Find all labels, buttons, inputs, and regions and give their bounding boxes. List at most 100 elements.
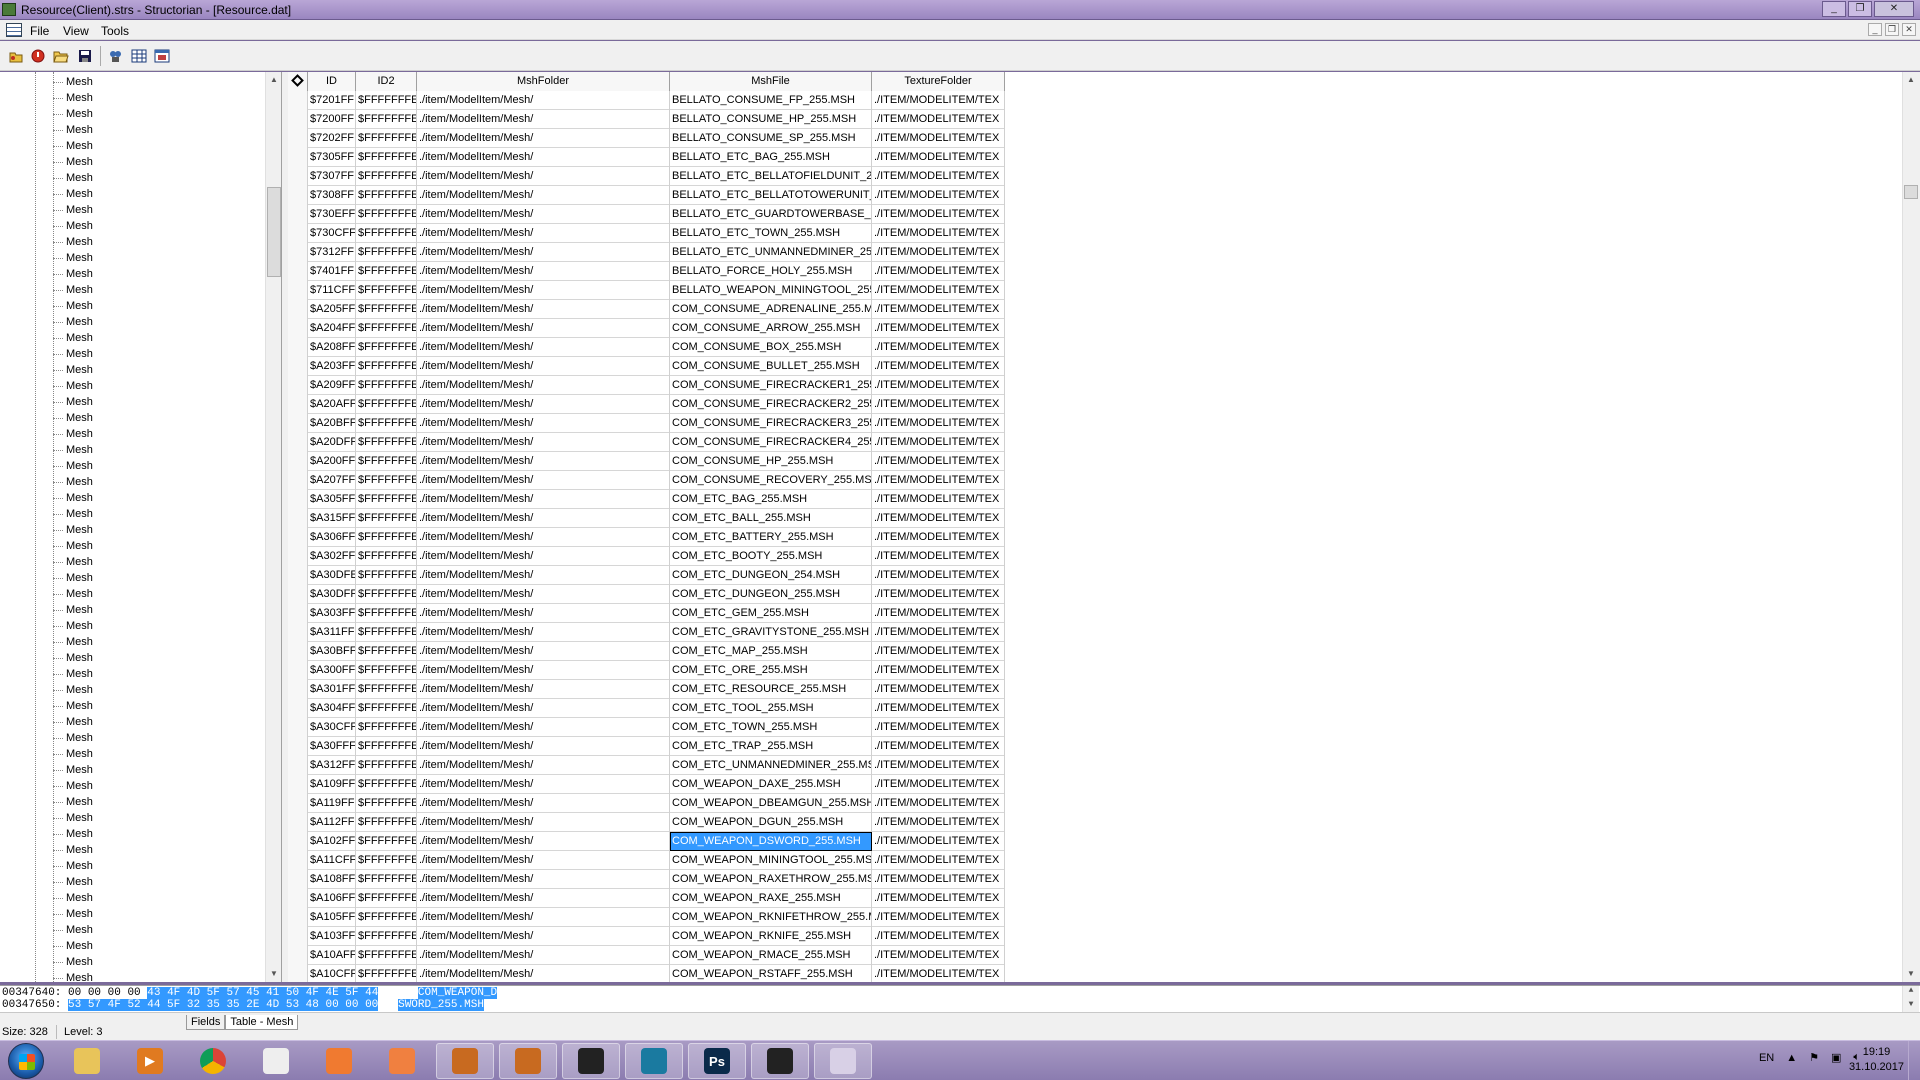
cell-texturefolder[interactable]: ./ITEM/MODELITEM/TEX bbox=[872, 490, 1005, 509]
tree-node-mesh[interactable]: Mesh bbox=[53, 218, 93, 234]
cell-id[interactable]: $A102FF bbox=[308, 832, 356, 851]
table-row[interactable]: $A311FF $FFFFFFFE ./item/ModelItem/Mesh/CO… bbox=[288, 623, 1005, 642]
scroll-up-arrow-icon[interactable]: ▲ bbox=[1903, 72, 1919, 88]
tree-node-mesh[interactable]: Mesh bbox=[53, 250, 93, 266]
cell-mshfolder[interactable]: ./item/ModelItem/Mesh/ bbox=[417, 490, 670, 509]
cell-id[interactable]: $A300FF bbox=[308, 661, 356, 680]
mdi-minimize-button[interactable]: _ bbox=[1868, 23, 1882, 36]
row-marker[interactable] bbox=[288, 604, 308, 623]
cell-id[interactable]: $A315FF bbox=[308, 509, 356, 528]
find-icon[interactable] bbox=[106, 47, 124, 65]
tree-node-mesh[interactable]: Mesh bbox=[53, 106, 93, 122]
cell-mshfolder[interactable]: ./item/ModelItem/Mesh/ bbox=[417, 186, 670, 205]
table-row[interactable]: $A304FF $FFFFFFFE ./item/ModelItem/Mesh/CO… bbox=[288, 699, 1005, 718]
column-header-mshfolder[interactable]: MshFolder bbox=[417, 72, 670, 91]
cell-texturefolder[interactable]: ./ITEM/MODELITEM/TEX bbox=[872, 775, 1005, 794]
taskbar-app-media-player[interactable]: ▶ bbox=[121, 1043, 179, 1079]
table-row[interactable]: $A302FF $FFFFFFFE ./item/ModelItem/Mesh/CO… bbox=[288, 547, 1005, 566]
cell-id[interactable]: $A305FF bbox=[308, 490, 356, 509]
table-row[interactable]: $A119FF $FFFFFFFE ./item/ModelItem/Mesh/CO… bbox=[288, 794, 1005, 813]
tree-node-mesh[interactable]: Mesh bbox=[53, 410, 93, 426]
row-marker[interactable] bbox=[288, 319, 308, 338]
cell-mshfolder[interactable]: ./item/ModelItem/Mesh/ bbox=[417, 300, 670, 319]
table-row[interactable]: $A106FF $FFFFFFFE ./item/ModelItem/Mesh/CO… bbox=[288, 889, 1005, 908]
cell-texturefolder[interactable]: ./ITEM/MODELITEM/TEX bbox=[872, 319, 1005, 338]
cell-mshfolder[interactable]: ./item/ModelItem/Mesh/ bbox=[417, 699, 670, 718]
row-marker[interactable] bbox=[288, 224, 308, 243]
cell-id2[interactable]: $FFFFFFFE bbox=[356, 376, 417, 395]
cell-id2[interactable]: $FFFFFFFE bbox=[356, 243, 417, 262]
cell-mshfile[interactable]: COM_WEAPON_RSTAFF_255.MSH bbox=[670, 965, 872, 982]
cell-id[interactable]: $A207FF bbox=[308, 471, 356, 490]
cell-mshfolder[interactable]: ./item/ModelItem/Mesh/ bbox=[417, 129, 670, 148]
cell-mshfolder[interactable]: ./item/ModelItem/Mesh/ bbox=[417, 414, 670, 433]
cell-texturefolder[interactable]: ./ITEM/MODELITEM/TEX bbox=[872, 680, 1005, 699]
row-marker[interactable] bbox=[288, 433, 308, 452]
table-row[interactable]: $A20DFF $FFFFFFFE ./item/ModelItem/Mesh/CO… bbox=[288, 433, 1005, 452]
cell-id[interactable]: $7312FF bbox=[308, 243, 356, 262]
table-row[interactable]: $A207FF $FFFFFFFE ./item/ModelItem/Mesh/CO… bbox=[288, 471, 1005, 490]
cell-mshfolder[interactable]: ./item/ModelItem/Mesh/ bbox=[417, 623, 670, 642]
cell-id[interactable]: $7202FF bbox=[308, 129, 356, 148]
table-row[interactable]: $A301FF $FFFFFFFE ./item/ModelItem/Mesh/CO… bbox=[288, 680, 1005, 699]
cell-id[interactable]: $A208FF bbox=[308, 338, 356, 357]
table-view-icon[interactable] bbox=[130, 47, 148, 65]
tree-node-mesh[interactable]: Mesh bbox=[53, 858, 93, 874]
cell-mshfile[interactable]: COM_WEAPON_MININGTOOL_255.MSH bbox=[670, 851, 872, 870]
row-marker[interactable] bbox=[288, 585, 308, 604]
cell-mshfolder[interactable]: ./item/ModelItem/Mesh/ bbox=[417, 661, 670, 680]
cell-texturefolder[interactable]: ./ITEM/MODELITEM/TEX bbox=[872, 471, 1005, 490]
row-marker[interactable] bbox=[288, 91, 308, 110]
cell-mshfile[interactable]: BELLATO_CONSUME_SP_255.MSH bbox=[670, 129, 872, 148]
table-row[interactable]: $A305FF $FFFFFFFE ./item/ModelItem/Mesh/CO… bbox=[288, 490, 1005, 509]
tree-node-mesh[interactable]: Mesh bbox=[53, 362, 93, 378]
menu-view[interactable]: View bbox=[63, 24, 89, 38]
clock[interactable]: 19:19 31.10.2017 bbox=[1849, 1045, 1904, 1075]
table-row[interactable]: $A112FF $FFFFFFFE ./item/ModelItem/Mesh/CO… bbox=[288, 813, 1005, 832]
row-marker[interactable] bbox=[288, 965, 308, 982]
save-icon[interactable] bbox=[76, 47, 94, 65]
cell-id[interactable]: $7308FF bbox=[308, 186, 356, 205]
cell-id2[interactable]: $FFFFFFFE bbox=[356, 129, 417, 148]
tab-table-mesh[interactable]: Table - Mesh bbox=[225, 1015, 299, 1030]
tree-node-mesh[interactable]: Mesh bbox=[53, 506, 93, 522]
table-row[interactable]: $A30DFE $FFFFFFFE ./item/ModelItem/Mesh/CO… bbox=[288, 566, 1005, 585]
row-marker[interactable] bbox=[288, 452, 308, 471]
cell-texturefolder[interactable]: ./ITEM/MODELITEM/TEX bbox=[872, 338, 1005, 357]
table-row[interactable]: $A315FF $FFFFFFFE ./item/ModelItem/Mesh/CO… bbox=[288, 509, 1005, 528]
tree-node-mesh[interactable]: Mesh bbox=[53, 762, 93, 778]
cell-texturefolder[interactable]: ./ITEM/MODELITEM/TEX bbox=[872, 585, 1005, 604]
cell-id2[interactable]: $FFFFFFFE bbox=[356, 471, 417, 490]
tree-node-mesh[interactable]: Mesh bbox=[53, 906, 93, 922]
table-row[interactable]: $A30CFF $FFFFFFFE ./item/ModelItem/Mesh/CO… bbox=[288, 718, 1005, 737]
cell-id2[interactable]: $FFFFFFFE bbox=[356, 110, 417, 129]
cell-mshfile[interactable]: COM_WEAPON_RKNIFE_255.MSH bbox=[670, 927, 872, 946]
row-marker[interactable] bbox=[288, 737, 308, 756]
cell-id2[interactable]: $FFFFFFFE bbox=[356, 300, 417, 319]
row-marker[interactable] bbox=[288, 775, 308, 794]
cell-id[interactable]: $A30FFF bbox=[308, 737, 356, 756]
cell-mshfile[interactable]: COM_ETC_ORE_255.MSH bbox=[670, 661, 872, 680]
table-row[interactable]: $A312FF $FFFFFFFE ./item/ModelItem/Mesh/CO… bbox=[288, 756, 1005, 775]
cell-mshfile[interactable]: COM_WEAPON_DGUN_255.MSH bbox=[670, 813, 872, 832]
cell-mshfolder[interactable]: ./item/ModelItem/Mesh/ bbox=[417, 604, 670, 623]
cell-id2[interactable]: $FFFFFFFE bbox=[356, 585, 417, 604]
cell-id[interactable]: $A112FF bbox=[308, 813, 356, 832]
tree-node-mesh[interactable]: Mesh bbox=[53, 698, 93, 714]
cell-texturefolder[interactable]: ./ITEM/MODELITEM/TEX bbox=[872, 566, 1005, 585]
cell-id2[interactable]: $FFFFFFFE bbox=[356, 528, 417, 547]
hex-scrollbar[interactable]: ▲ ▼ bbox=[1902, 986, 1919, 1013]
cell-id[interactable]: $A203FF bbox=[308, 357, 356, 376]
table-row[interactable]: $A109FF $FFFFFFFE ./item/ModelItem/Mesh/CO… bbox=[288, 775, 1005, 794]
cell-id2[interactable]: $FFFFFFFE bbox=[356, 642, 417, 661]
cell-mshfolder[interactable]: ./item/ModelItem/Mesh/ bbox=[417, 167, 670, 186]
menu-file[interactable]: File bbox=[30, 24, 49, 38]
tab-fields[interactable]: Fields bbox=[186, 1015, 226, 1030]
cell-texturefolder[interactable]: ./ITEM/MODELITEM/TEX bbox=[872, 91, 1005, 110]
table-row[interactable]: $A108FF $FFFFFFFE ./item/ModelItem/Mesh/CO… bbox=[288, 870, 1005, 889]
cell-mshfolder[interactable]: ./item/ModelItem/Mesh/ bbox=[417, 737, 670, 756]
cell-id[interactable]: $A204FF bbox=[308, 319, 356, 338]
cell-texturefolder[interactable]: ./ITEM/MODELITEM/TEX bbox=[872, 623, 1005, 642]
maximize-button[interactable]: ❐ bbox=[1848, 1, 1872, 17]
cell-mshfile[interactable]: COM_CONSUME_FIRECRACKER2_255. bbox=[670, 395, 872, 414]
